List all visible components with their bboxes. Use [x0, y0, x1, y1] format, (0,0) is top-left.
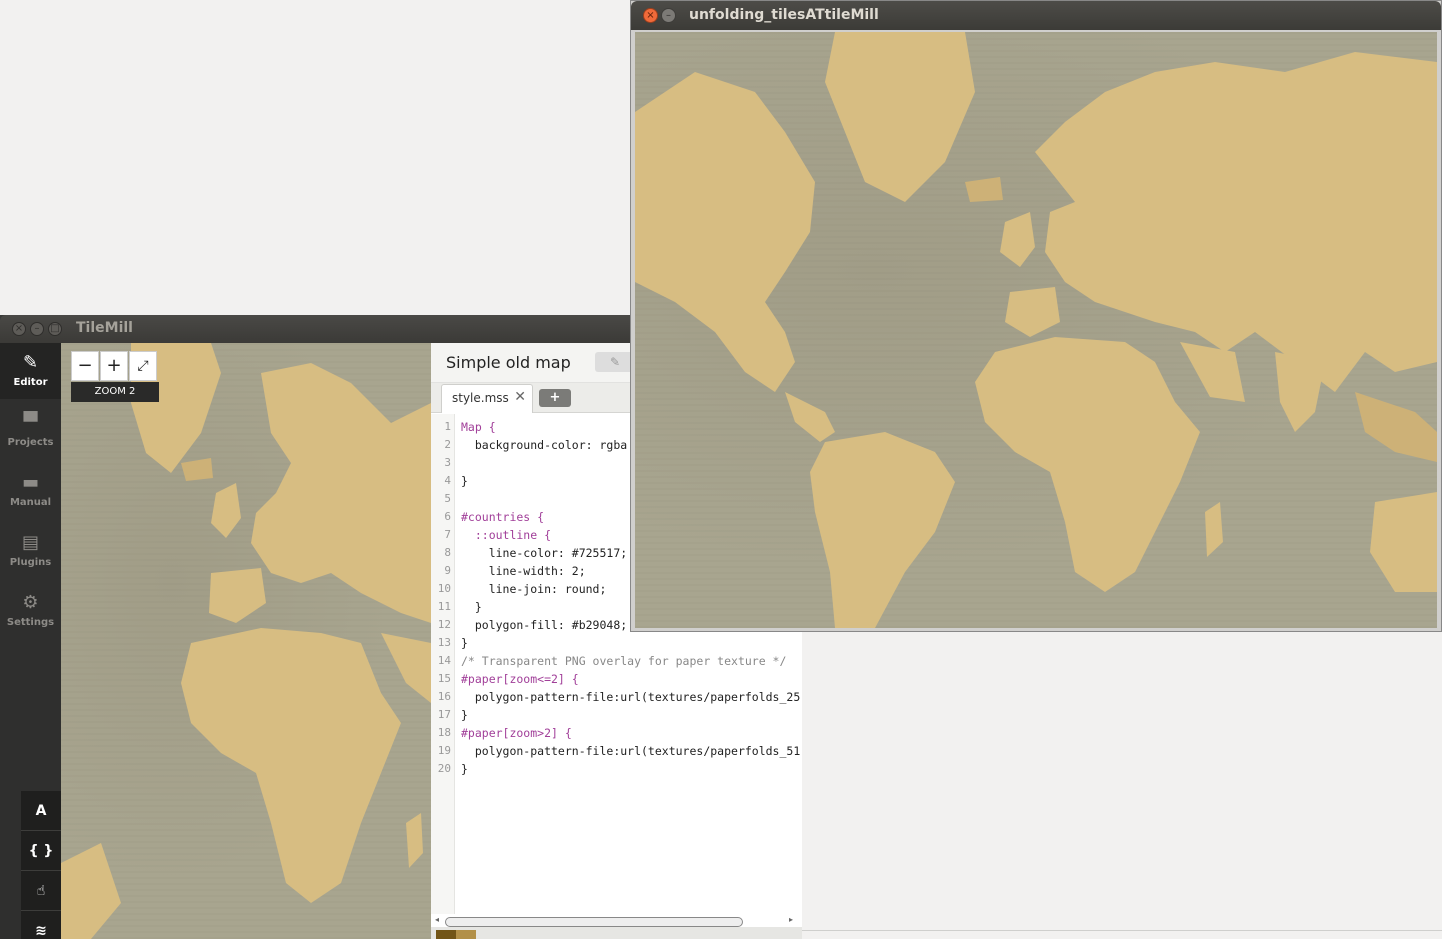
line-number: 11	[437, 600, 451, 613]
close-icon[interactable]: ×	[643, 8, 658, 23]
sidebar-item-label: Manual	[9, 497, 52, 508]
map-preview[interactable]: − + ⤢ ZOOM 2	[61, 343, 431, 939]
tab-style-mss[interactable]: style.mss ✕	[441, 384, 533, 413]
sidebar-item-label: Projects	[7, 437, 54, 448]
sidebar-item-label: Plugins	[9, 557, 52, 568]
code-text: background-color: rgba	[461, 438, 628, 452]
line-number: 13	[437, 636, 451, 649]
unfolding-window: × – unfolding_tilesATtileMill	[630, 0, 1442, 632]
line-number: 2	[444, 438, 451, 451]
sidebar-item-editor[interactable]: ✎ Editor	[0, 343, 61, 399]
line-number: 16	[437, 690, 451, 703]
sidebar: ✎ Editor ▀ Projects ▬ Manual ▤ Plugins ⚙…	[0, 343, 61, 939]
zoom-out-button[interactable]: −	[71, 351, 99, 381]
line-number: 10	[437, 582, 451, 595]
scrollbar-thumb[interactable]	[445, 917, 743, 927]
window-title: unfolding_tilesATtileMill	[689, 7, 879, 23]
line-number: 6	[444, 510, 451, 523]
color-swatch[interactable]	[456, 930, 476, 939]
line-number: 14	[437, 654, 451, 667]
world-map-graphic	[635, 32, 1437, 628]
line-number: 15	[437, 672, 451, 685]
layers-tool-button[interactable]: ≋	[21, 911, 61, 939]
interaction-tool-button[interactable]: ☝	[21, 871, 61, 911]
unfolding-titlebar: × – unfolding_tilesATtileMill	[631, 1, 1441, 30]
folder-icon: ▀	[23, 412, 38, 433]
minimize-icon[interactable]: –	[30, 322, 44, 336]
zoom-in-button[interactable]: +	[100, 351, 128, 381]
pencil-icon: ✎	[22, 352, 39, 373]
code-text: polygon-fill: #b29048;	[461, 618, 628, 632]
code-text: line-join: round;	[461, 582, 607, 596]
code-text: line-color: #725517;	[461, 546, 628, 560]
line-number: 9	[444, 564, 451, 577]
pencil-icon: ✎	[609, 355, 621, 369]
minimize-icon[interactable]: –	[661, 8, 676, 23]
project-title: Simple old map	[446, 353, 571, 372]
sidebar-item-label: Settings	[6, 617, 55, 628]
plug-icon: ▤	[21, 532, 39, 553]
book-icon: ▬	[21, 472, 39, 493]
zoom-level-label: ZOOM 2	[71, 382, 159, 402]
maximize-icon[interactable]: □	[48, 322, 62, 336]
code-text: ::outline {	[461, 528, 552, 542]
code-text: /* Transparent PNG overlay for paper tex…	[461, 654, 787, 668]
desktop-bottom-strip	[802, 930, 1442, 939]
line-number: 8	[444, 546, 451, 559]
zoom-control: − + ⤢ ZOOM 2	[71, 351, 159, 403]
code-text: }	[461, 708, 468, 722]
sidebar-item-label: Editor	[13, 377, 48, 388]
add-tab-button[interactable]: +	[539, 389, 571, 407]
line-number: 7	[444, 528, 451, 541]
code-text: #paper[zoom<=2] {	[461, 672, 579, 686]
close-icon[interactable]: ✕	[514, 389, 526, 405]
color-palette	[431, 927, 802, 939]
code-text: polygon-pattern-file:url(textures/paperf…	[461, 690, 801, 704]
code-text: Map {	[461, 420, 496, 434]
font-tool-button[interactable]: A	[21, 791, 61, 831]
sidebar-item-projects[interactable]: ▀ Projects	[0, 403, 61, 459]
code-text: }	[461, 636, 468, 650]
scroll-right-icon[interactable]: ▸	[789, 915, 793, 924]
sidebar-item-manual[interactable]: ▬ Manual	[0, 463, 61, 519]
code-text: }	[461, 762, 468, 776]
unfolding-map[interactable]	[635, 32, 1437, 628]
world-map-graphic	[61, 343, 431, 939]
sidebar-item-plugins[interactable]: ▤ Plugins	[0, 523, 61, 579]
line-number: 18	[437, 726, 451, 739]
line-number: 20	[437, 762, 451, 775]
code-text: #countries {	[461, 510, 545, 524]
line-number: 12	[437, 618, 451, 631]
close-icon[interactable]: ×	[12, 322, 26, 336]
line-number: 5	[444, 492, 451, 505]
code-text: polygon-pattern-file:url(textures/paperf…	[461, 744, 801, 758]
line-number: 19	[437, 744, 451, 757]
line-number: 1	[444, 420, 451, 433]
line-number: 17	[437, 708, 451, 721]
edit-project-button[interactable]: ✎	[595, 352, 635, 372]
color-swatch[interactable]	[436, 930, 456, 939]
gear-icon: ⚙	[22, 592, 39, 613]
code-text: }	[461, 600, 482, 614]
sidebar-item-settings[interactable]: ⚙ Settings	[0, 583, 61, 639]
code-text: }	[461, 474, 468, 488]
code-text: line-width: 2;	[461, 564, 586, 578]
window-title: TileMill	[76, 320, 133, 336]
carto-tool-button[interactable]: { }	[21, 831, 61, 871]
line-number: 4	[444, 474, 451, 487]
fullscreen-icon[interactable]: ⤢	[129, 351, 157, 381]
tab-label: style.mss	[452, 391, 509, 405]
tool-stack: A { } ☝ ≋	[21, 791, 61, 939]
code-text: #paper[zoom>2] {	[461, 726, 572, 740]
scroll-left-icon[interactable]: ◂	[435, 915, 439, 924]
line-number: 3	[444, 456, 451, 469]
